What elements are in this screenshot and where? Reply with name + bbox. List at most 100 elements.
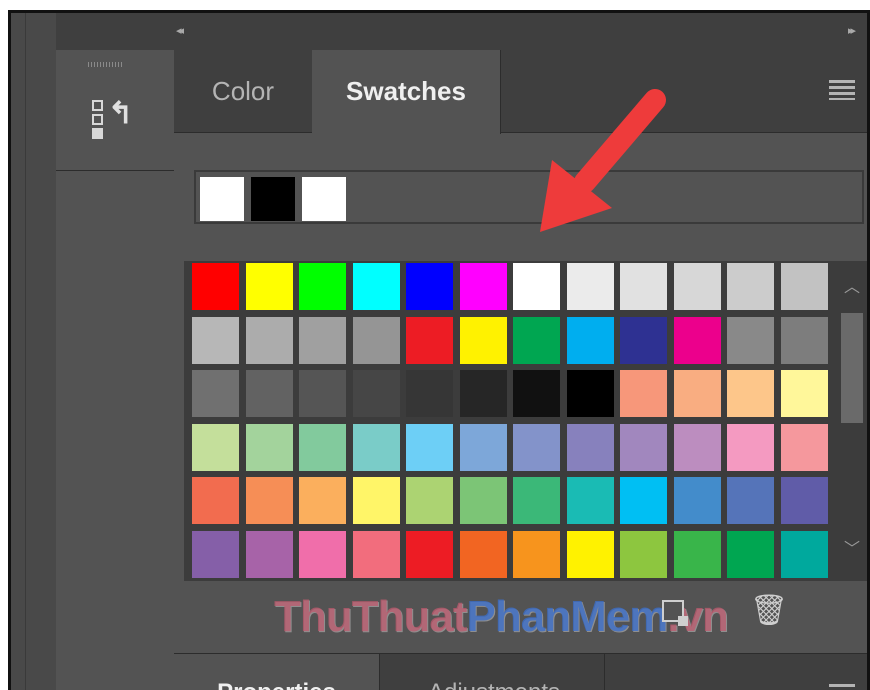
left-toolbar-strip	[11, 13, 57, 690]
swatch-cell[interactable]	[727, 263, 774, 310]
swatch-cell[interactable]	[459, 263, 507, 310]
swatch-cell[interactable]	[780, 477, 828, 524]
watermark-part-1: ThuThuat	[274, 592, 467, 641]
swatch-cell[interactable]	[245, 423, 293, 471]
swatch-cell[interactable]	[352, 263, 400, 310]
swatch-cell[interactable]	[299, 370, 346, 417]
trash-icon[interactable]: 🗑	[750, 596, 788, 626]
swatch-cell[interactable]	[352, 316, 400, 364]
swatch-cell[interactable]	[566, 370, 614, 417]
swatch-cell[interactable]	[459, 316, 507, 364]
swatches-footer: ThuThuatPhanMem.vn 🗑	[184, 582, 867, 652]
swatch-cell[interactable]	[192, 316, 239, 364]
swatch-cell[interactable]	[566, 477, 614, 524]
swatch-cell[interactable]	[245, 477, 293, 524]
swatch-cell[interactable]	[299, 530, 346, 578]
recent-swatch[interactable]	[200, 177, 244, 221]
collapse-left-icon[interactable]: ◂◂	[176, 24, 184, 37]
swatch-cell[interactable]	[673, 263, 721, 310]
swatch-cell[interactable]	[513, 370, 560, 417]
tab-color[interactable]: Color	[174, 50, 313, 132]
swatch-cell[interactable]	[192, 370, 239, 417]
swatch-cell[interactable]	[780, 263, 828, 310]
swatch-cell[interactable]	[299, 316, 346, 364]
tab-swatches[interactable]: Swatches	[312, 50, 501, 134]
scroll-down-icon[interactable]: ﹀	[844, 535, 860, 559]
swatch-cell[interactable]	[459, 477, 507, 524]
swatch-cell[interactable]	[566, 423, 614, 471]
swatch-cell[interactable]	[299, 423, 346, 471]
swatch-cell[interactable]	[727, 477, 774, 524]
swatch-cell[interactable]	[352, 370, 400, 417]
swatch-cell[interactable]	[406, 316, 453, 364]
swatch-cell[interactable]	[780, 370, 828, 417]
swatch-cell[interactable]	[352, 423, 400, 471]
swatch-cell[interactable]	[245, 316, 293, 364]
swatch-cell[interactable]	[673, 370, 721, 417]
history-icon-square-3	[92, 128, 103, 139]
properties-menu-icon[interactable]	[829, 684, 855, 690]
swatch-cell[interactable]	[513, 423, 560, 471]
swatch-cell[interactable]	[459, 423, 507, 471]
swatch-cell[interactable]	[513, 316, 560, 364]
tab-properties[interactable]: Properties	[174, 654, 380, 690]
recent-swatch[interactable]	[302, 177, 346, 221]
swatch-cell[interactable]	[406, 477, 453, 524]
swatch-cell[interactable]	[406, 423, 453, 471]
swatch-cell[interactable]	[673, 530, 721, 578]
swatch-cell[interactable]	[513, 530, 560, 578]
swatch-cell[interactable]	[352, 530, 400, 578]
swatch-cell[interactable]	[727, 530, 774, 578]
swatch-cell[interactable]	[192, 477, 239, 524]
swatch-cell[interactable]	[780, 423, 828, 471]
swatch-cell[interactable]	[299, 477, 346, 524]
swatch-cell[interactable]	[459, 530, 507, 578]
history-panel-button[interactable]: ↰	[56, 70, 174, 171]
swatch-cell[interactable]	[406, 370, 453, 417]
swatch-cell[interactable]	[727, 423, 774, 471]
history-icon-square-2	[92, 114, 103, 125]
swatch-cell[interactable]	[727, 370, 774, 417]
swatch-cell[interactable]	[192, 263, 239, 310]
collapse-right-icon[interactable]: ▸▸	[848, 24, 856, 37]
swatch-cell[interactable]	[673, 423, 721, 471]
recent-swatch[interactable]	[251, 177, 295, 221]
swatch-cell[interactable]	[406, 263, 453, 310]
panel-tabbar: Color Swatches	[174, 50, 867, 134]
swatch-cell[interactable]	[620, 316, 667, 364]
swatch-cell[interactable]	[620, 370, 667, 417]
swatch-cell[interactable]	[245, 263, 293, 310]
dock-header: ◂◂ ▸▸	[56, 13, 867, 51]
swatch-cell[interactable]	[566, 263, 614, 310]
swatch-cell[interactable]	[352, 477, 400, 524]
swatch-cell[interactable]	[513, 263, 560, 310]
swatch-cell[interactable]	[780, 530, 828, 578]
swatch-cell[interactable]	[620, 263, 667, 310]
swatch-cell[interactable]	[727, 316, 774, 364]
drag-grip-icon[interactable]	[88, 62, 124, 67]
swatch-cell[interactable]	[620, 530, 667, 578]
swatch-cell[interactable]	[566, 530, 614, 578]
swatch-cell[interactable]	[620, 477, 667, 524]
swatch-cell[interactable]	[299, 263, 346, 310]
swatch-cell[interactable]	[192, 423, 239, 471]
swatch-cell[interactable]	[566, 316, 614, 364]
swatch-cell[interactable]	[673, 316, 721, 364]
swatch-cell[interactable]	[513, 477, 560, 524]
scroll-up-icon[interactable]: ︿	[844, 273, 860, 297]
swatch-scrollbar[interactable]: ︿ ﹀	[837, 261, 867, 581]
swatch-cell[interactable]	[673, 477, 721, 524]
panel-menu-icon[interactable]	[829, 80, 855, 100]
scroll-thumb[interactable]	[841, 313, 863, 423]
swatch-cell[interactable]	[245, 530, 293, 578]
swatch-grid-area	[184, 261, 837, 581]
swatch-cell[interactable]	[620, 423, 667, 471]
swatch-cell[interactable]	[192, 530, 239, 578]
tab-adjustments[interactable]: Adjustments	[384, 654, 605, 690]
new-swatch-icon[interactable]	[662, 600, 688, 626]
swatch-cell[interactable]	[780, 316, 828, 364]
history-icon-square-1	[92, 100, 103, 111]
swatch-cell[interactable]	[245, 370, 293, 417]
swatch-cell[interactable]	[406, 530, 453, 578]
swatch-cell[interactable]	[459, 370, 507, 417]
